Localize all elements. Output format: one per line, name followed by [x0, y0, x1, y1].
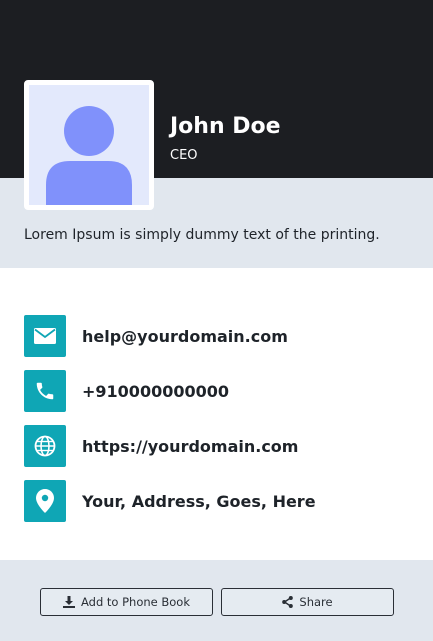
- user-silhouette-icon: [29, 85, 149, 205]
- share-button[interactable]: Share: [221, 588, 394, 616]
- email-text: help@yourdomain.com: [82, 326, 288, 346]
- globe-icon: [24, 425, 66, 467]
- contact-list: help@yourdomain.com +910000000000 https:…: [0, 268, 433, 560]
- action-bar: Add to Phone Book Share: [0, 560, 433, 641]
- website-text: https://yourdomain.com: [82, 436, 299, 456]
- contact-email[interactable]: help@yourdomain.com: [24, 315, 288, 357]
- contact-address[interactable]: Your, Address, Goes, Here: [24, 480, 316, 522]
- avatar: [24, 80, 154, 210]
- envelope-icon: [24, 315, 66, 357]
- profile-name: John Doe: [170, 114, 281, 139]
- share-label: Share: [299, 595, 333, 609]
- contact-phone[interactable]: +910000000000: [24, 370, 229, 412]
- share-icon: [282, 596, 294, 608]
- phone-icon: [24, 370, 66, 412]
- download-icon: [62, 596, 75, 608]
- contact-website[interactable]: https://yourdomain.com: [24, 425, 298, 467]
- phone-text: +910000000000: [82, 381, 229, 401]
- profile-title: CEO: [170, 148, 198, 163]
- map-pin-icon: [24, 480, 66, 522]
- profile-bio: Lorem Ipsum is simply dummy text of the …: [24, 227, 380, 243]
- add-to-phone-book-button[interactable]: Add to Phone Book: [40, 588, 213, 616]
- add-to-phone-book-label: Add to Phone Book: [80, 595, 191, 609]
- address-text: Your, Address, Goes, Here: [82, 491, 316, 511]
